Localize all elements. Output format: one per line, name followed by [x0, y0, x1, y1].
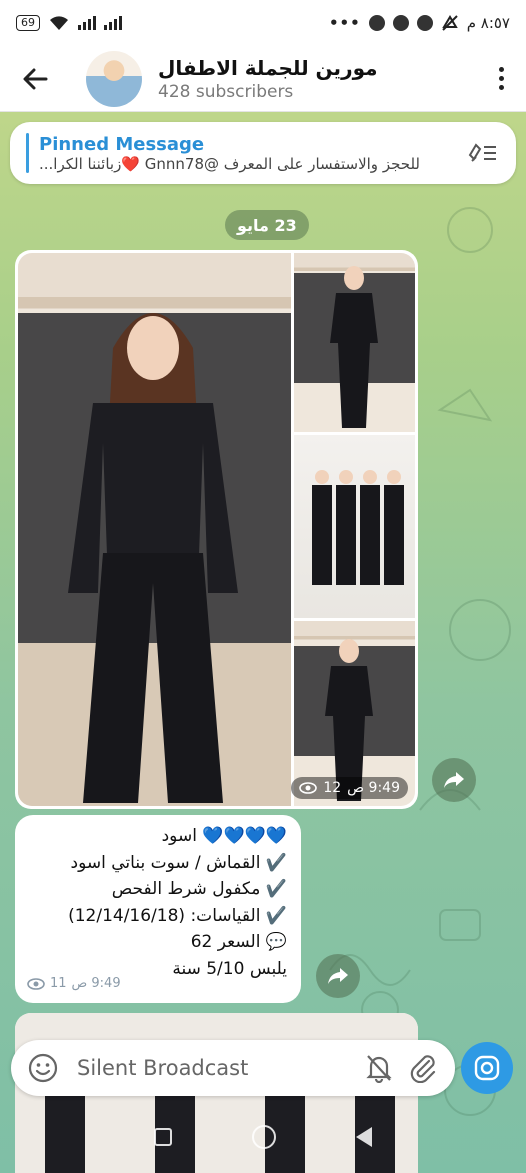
pinned-preview: للحجز والاستفسار على المعرف @Gnnn78 ❤️زب… — [39, 154, 420, 173]
share-icon — [444, 772, 464, 788]
message-line: ✔️ مكفول شرط الفحص — [111, 879, 287, 899]
pinned-indicator — [26, 133, 29, 173]
status-time: ٨:٥٧ م — [466, 14, 510, 32]
message-line: ✔️ القماش / سوت بناتي اسود — [70, 852, 287, 873]
arrow-left-icon — [23, 68, 48, 89]
album-time: 9:49 ص — [347, 780, 400, 796]
album-photo-3[interactable] — [294, 435, 415, 618]
subscriber-count: 428 subscribers — [158, 81, 294, 102]
recents-button[interactable] — [154, 1127, 172, 1146]
channel-avatar[interactable] — [86, 50, 142, 107]
eye-icon — [299, 782, 318, 794]
more-vertical-icon — [498, 67, 504, 72]
album-views: 12 — [323, 780, 342, 796]
back-nav-button[interactable] — [356, 1126, 372, 1147]
girl-outfit-illustration — [18, 313, 291, 806]
attach-button[interactable] — [401, 1046, 445, 1090]
messenger-icon-2 — [392, 15, 409, 31]
paperclip-icon — [410, 1055, 436, 1083]
message-line: ✔️ القياسات: (12/14/16/18) — [68, 905, 287, 926]
photo-album-message[interactable]: 12 9:49 ص — [15, 250, 418, 809]
messenger-icon — [368, 15, 385, 31]
message-time: 9:49 ص — [71, 975, 121, 991]
pin-list-button[interactable] — [464, 135, 500, 171]
pinned-message-bar[interactable]: Pinned Message للحجز والاستفسار على المع… — [10, 122, 516, 184]
home-button[interactable] — [252, 1124, 276, 1149]
more-notifications-icon: ••• — [328, 14, 361, 32]
message-input-bar[interactable]: Silent Broadcast — [11, 1040, 455, 1096]
emoji-button[interactable] — [21, 1046, 65, 1090]
message-meta: 11 9:49 ص — [27, 971, 121, 998]
chat-bubble-icon — [416, 15, 433, 31]
text-message[interactable]: 💙💙💙💙 اسود ✔️ القماش / سوت بناتي اسود ✔️ … — [15, 815, 301, 1003]
broadcast-input[interactable]: Silent Broadcast — [77, 1056, 357, 1080]
channel-info[interactable]: مورين للجملة الاطفال 428 subscribers — [158, 56, 476, 102]
date-badge: 23 مايو — [225, 210, 309, 240]
album-photo-main[interactable] — [18, 253, 291, 806]
wifi-icon — [50, 16, 68, 30]
message-line: 💬 السعر 62 — [190, 932, 287, 952]
channel-header: مورين للجملة الاطفال 428 subscribers — [0, 46, 526, 112]
signal-icon-2 — [104, 16, 122, 30]
bell-off-icon — [366, 1055, 392, 1083]
camera-icon — [474, 1055, 500, 1081]
pinned-title: Pinned Message — [39, 133, 205, 155]
system-nav-bar — [0, 1100, 526, 1173]
emoji-icon — [28, 1053, 58, 1083]
status-bar: 69 ••• ٨:٥٧ م — [0, 0, 526, 46]
girl-outfit-illustration-2 — [294, 266, 415, 428]
message-views: 11 — [50, 975, 67, 991]
silent-toggle-button[interactable] — [357, 1046, 401, 1090]
channel-title: مورين للجملة الاطفال — [158, 55, 378, 80]
camera-button[interactable] — [461, 1042, 513, 1094]
eye-icon — [27, 977, 45, 990]
group-outfit-illustration — [312, 470, 404, 585]
album-photo-2[interactable] — [294, 253, 415, 432]
back-button[interactable] — [0, 46, 70, 112]
battery-icon: 69 — [16, 15, 40, 31]
message-line: 💙💙💙💙 اسود — [161, 826, 287, 846]
signal-icon — [78, 16, 96, 30]
more-menu-button[interactable] — [476, 46, 526, 112]
share-icon — [328, 968, 348, 984]
mute-notif-icon — [441, 15, 458, 31]
album-share-button[interactable] — [432, 758, 476, 802]
pin-list-icon — [468, 143, 496, 162]
album-meta: 12 9:49 ص — [291, 777, 408, 799]
message-share-button[interactable] — [316, 954, 360, 998]
